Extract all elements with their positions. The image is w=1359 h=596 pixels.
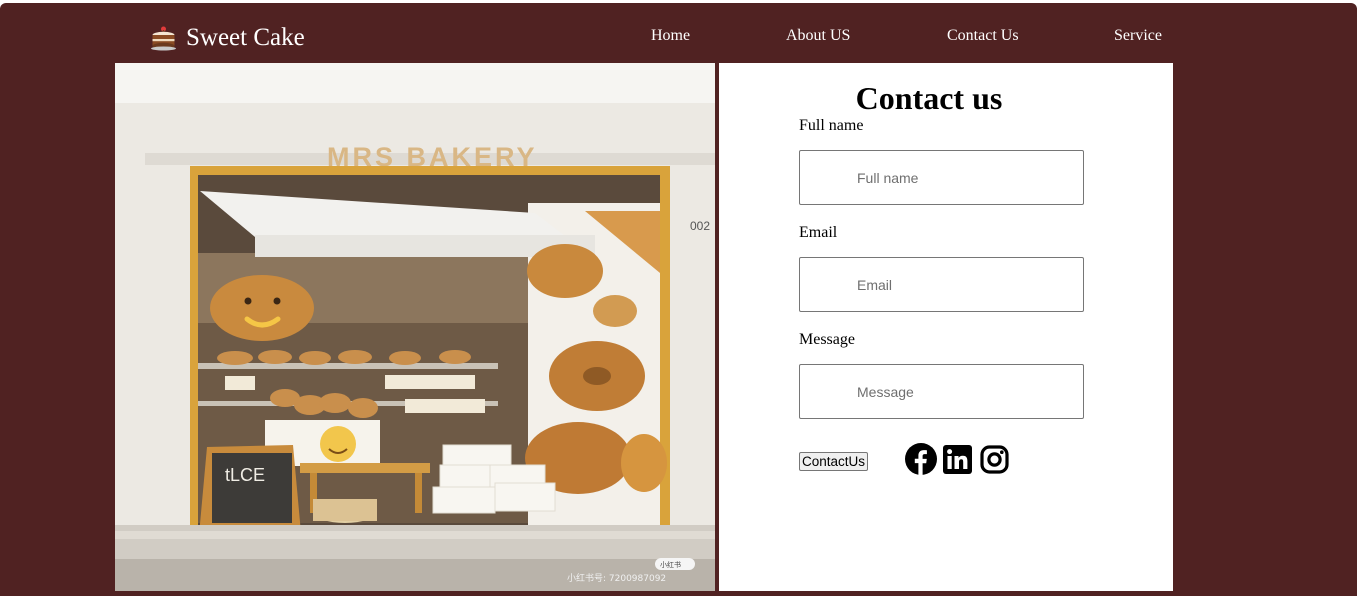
watermark-id: 小红书号: 7200987092 [567, 572, 666, 584]
facebook-icon[interactable] [905, 443, 937, 475]
nav-about-link[interactable]: About US [786, 26, 850, 46]
email-label: Email [799, 224, 838, 241]
wall-number: 002 [690, 219, 710, 233]
chalkboard-text: tLCE [225, 465, 265, 485]
message-label: Message [799, 331, 855, 348]
fullname-label: Full name [799, 117, 864, 134]
nav-contact-link[interactable]: Contact Us [947, 26, 1019, 46]
email-input[interactable] [799, 257, 1084, 312]
contact-submit-button[interactable]: ContactUs [799, 452, 869, 471]
contact-panel: Contact us Full name Email Message Conta… [719, 63, 1173, 591]
nav-home-link[interactable]: Home [651, 26, 690, 46]
nav-service-link[interactable]: Service [1114, 26, 1162, 46]
cake-icon [151, 26, 176, 51]
brand-name: Sweet Cake [186, 24, 305, 51]
linkedin-icon[interactable] [943, 445, 972, 474]
brand[interactable]: Sweet Cake [150, 23, 305, 53]
fullname-input[interactable] [799, 150, 1084, 205]
message-input[interactable] [799, 364, 1084, 419]
instagram-icon[interactable] [980, 445, 1009, 474]
watermark-brand: 小红书 [660, 560, 681, 569]
contact-title: Contact us [855, 80, 1003, 116]
bakery-storefront-image: MRS BAKERY tLCE 002 小红书 小红书号: 7200987092 [115, 63, 715, 591]
